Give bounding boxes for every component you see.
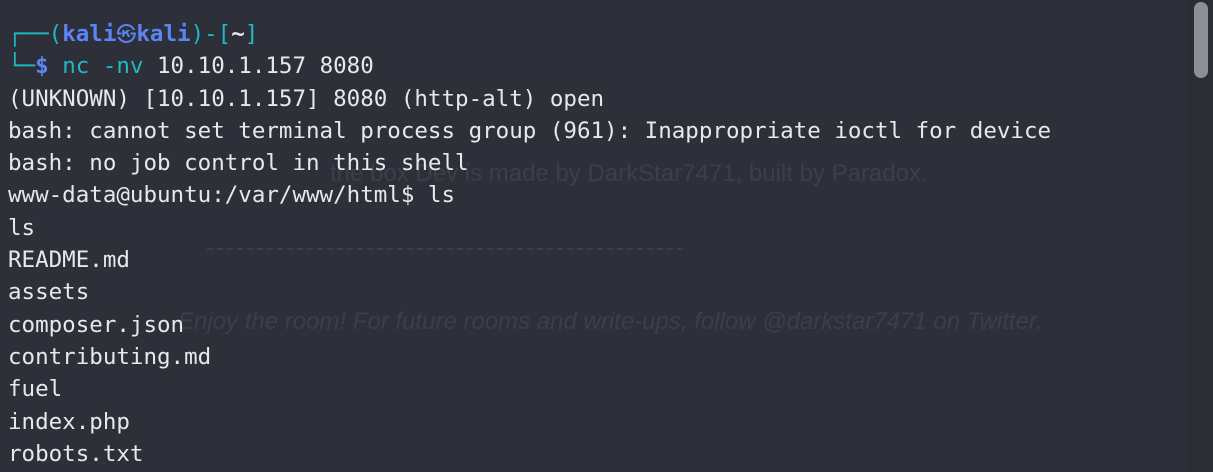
output-line: ls: [8, 214, 36, 241]
prompt-open-paren: (: [48, 21, 63, 47]
output-line: index.php: [8, 408, 130, 435]
output-line: composer.json: [8, 311, 185, 338]
prompt-line-2: └─$ nc -nv 10.10.1.157 8080: [8, 50, 1183, 82]
command-flag: -nv: [102, 53, 144, 80]
prompt-dollar: $: [35, 53, 49, 80]
command-name: nc: [62, 53, 90, 80]
prompt-close-bracket: ]: [244, 21, 259, 47]
prompt-close-paren: )-[: [190, 21, 232, 47]
prompt-cwd: ~: [231, 21, 245, 47]
terminal-window[interactable]: the box Dev is made by DarkStar7471, bui…: [0, 0, 1213, 472]
command-args: 10.10.1.157 8080: [157, 53, 374, 80]
output-line: fuel: [8, 376, 63, 403]
prompt-line-1: ┌──(kali㉿kali)-[~]: [8, 18, 1183, 50]
output-line: bash: no job control in this shell: [8, 150, 469, 177]
output-line: README.md: [8, 247, 130, 274]
output-line: contributing.md: [8, 343, 212, 370]
prompt-corner-bottom: └─: [8, 53, 36, 80]
output-line: www-data@ubuntu:/var/www/html$ ls: [8, 182, 456, 209]
prompt-user: kali: [62, 21, 117, 47]
scrollbar-thumb[interactable]: [1194, 2, 1208, 78]
terminal-output: ┌──(kali㉿kali)-[~] └─$ nc -nv 10.10.1.15…: [8, 18, 1183, 470]
output-line: (UNKNOWN) [10.10.1.157] 8080 (http-alt) …: [8, 85, 605, 112]
scrollbar-track[interactable]: [1187, 0, 1213, 472]
kali-skull-icon: ㉿: [116, 22, 137, 46]
output-line: assets: [8, 279, 90, 306]
output-line: robots.txt: [8, 440, 144, 467]
prompt-corner-top: ┌──: [8, 21, 49, 47]
output-line: bash: cannot set terminal process group …: [8, 117, 1052, 144]
prompt-host: kali: [136, 21, 191, 47]
